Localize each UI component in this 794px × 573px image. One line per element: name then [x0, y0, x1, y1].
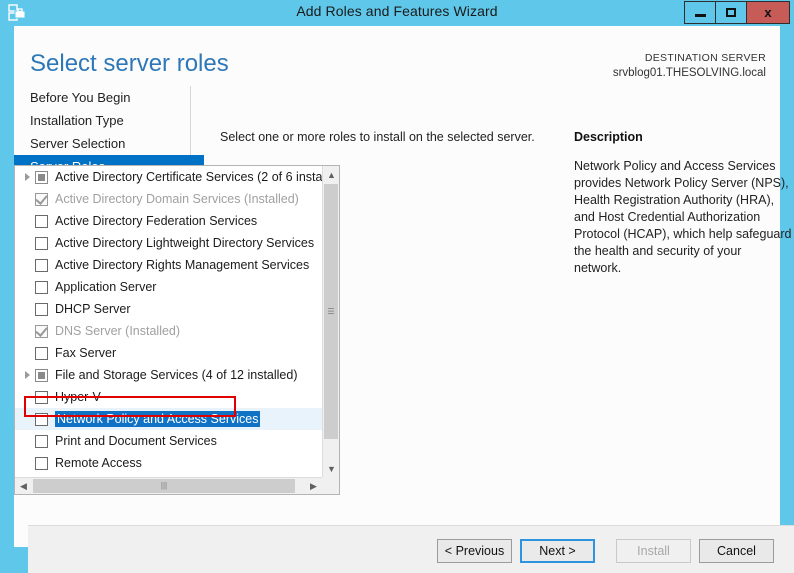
role-label: Active Directory Federation Services — [55, 214, 258, 228]
role-row[interactable]: Fax Server — [15, 342, 322, 364]
role-checkbox[interactable] — [35, 214, 48, 228]
role-row[interactable]: DNS Server (Installed) — [15, 320, 322, 342]
role-row[interactable]: Active Directory Certificate Services (2… — [15, 166, 322, 188]
role-row[interactable]: Hyper-V — [15, 386, 322, 408]
scroll-up-icon[interactable]: ▲ — [323, 166, 340, 183]
description-body: Network Policy and Access Services provi… — [574, 159, 792, 275]
scroll-grip-icon: ||| — [160, 481, 168, 490]
scroll-left-icon[interactable]: ◀ — [15, 478, 32, 495]
role-label: Remote Access — [55, 456, 142, 470]
destination-server-name: srvblog01.THESOLVING.local — [612, 67, 766, 79]
minimize-button[interactable] — [684, 1, 716, 24]
role-checkbox[interactable] — [35, 302, 48, 316]
title-bar[interactable]: Add Roles and Features Wizard x — [0, 0, 794, 26]
description-panel: Description Network Policy and Access Se… — [574, 130, 792, 277]
sidebar-item-server-selection[interactable]: Server Selection — [14, 132, 204, 155]
vertical-scroll-thumb[interactable]: ☰ — [324, 184, 338, 439]
wizard-window: Add Roles and Features Wizard x Select s… — [0, 0, 794, 573]
instruction-text: Select one or more roles to install on t… — [220, 130, 535, 144]
previous-button[interactable]: < Previous — [437, 539, 512, 563]
main-column: Select one or more roles to install on t… — [220, 130, 560, 178]
role-row[interactable]: Network Policy and Access Services — [15, 408, 322, 430]
cancel-button[interactable]: Cancel — [699, 539, 774, 563]
vertical-scrollbar[interactable]: ▲ ☰ ▼ — [322, 166, 339, 477]
caption-buttons: x — [684, 1, 790, 24]
sidebar-item-installation-type[interactable]: Installation Type — [14, 109, 204, 132]
role-label: Application Server — [55, 280, 157, 294]
role-checkbox[interactable] — [35, 170, 48, 184]
sidebar-item-label: Before You Begin — [30, 90, 131, 105]
role-label: DNS Server (Installed) — [55, 324, 181, 338]
role-checkbox[interactable] — [35, 434, 48, 448]
role-checkbox[interactable] — [35, 368, 48, 382]
role-label: Hyper-V — [55, 390, 101, 404]
role-label: DHCP Server — [55, 302, 131, 316]
role-label: Active Directory Rights Management Servi… — [55, 258, 310, 272]
role-label: Active Directory Certificate Services (2… — [55, 170, 322, 184]
expand-arrow-icon[interactable] — [19, 166, 35, 188]
role-checkbox[interactable] — [35, 412, 48, 426]
role-row[interactable]: Active Directory Lightweight Directory S… — [15, 232, 322, 254]
next-button[interactable]: Next > — [520, 539, 595, 563]
sidebar-item-label: Installation Type — [30, 113, 124, 128]
roles-listbox[interactable]: Active Directory Certificate Services (2… — [14, 165, 340, 495]
scroll-right-icon[interactable]: ▶ — [305, 478, 322, 495]
scroll-grip-icon: ☰ — [327, 306, 335, 316]
install-button: Install — [616, 539, 691, 563]
page-title: Select server roles — [30, 50, 229, 77]
role-checkbox[interactable] — [35, 236, 48, 250]
role-row[interactable]: Active Directory Rights Management Servi… — [15, 254, 322, 276]
description-title: Description — [574, 130, 643, 144]
role-label: File and Storage Services (4 of 12 insta… — [55, 368, 298, 382]
scroll-down-icon[interactable]: ▼ — [323, 460, 340, 477]
role-row[interactable]: Application Server — [15, 276, 322, 298]
roles-list[interactable]: Active Directory Certificate Services (2… — [15, 166, 322, 477]
role-row[interactable]: File and Storage Services (4 of 12 insta… — [15, 364, 322, 386]
window-title: Add Roles and Features Wizard — [296, 3, 498, 19]
role-checkbox[interactable] — [35, 346, 48, 360]
sidebar-item-before-you-begin[interactable]: Before You Begin — [14, 86, 204, 109]
role-row[interactable]: Remote Access — [15, 452, 322, 474]
role-row[interactable]: Print and Document Services — [15, 430, 322, 452]
footer-bar: < Previous Next > Install Cancel — [28, 526, 794, 573]
maximize-button[interactable] — [715, 1, 747, 24]
horizontal-scrollbar[interactable]: ◀ ||| ▶ — [15, 477, 322, 494]
sidebar-item-label: Server Selection — [30, 136, 126, 151]
role-label: Active Directory Domain Services (Instal… — [55, 192, 299, 206]
role-label: Fax Server — [55, 346, 117, 360]
role-label: Print and Document Services — [55, 434, 217, 448]
role-checkbox — [35, 323, 48, 338]
role-checkbox[interactable] — [35, 258, 48, 272]
close-button[interactable]: x — [746, 1, 790, 24]
role-checkbox — [35, 191, 48, 206]
role-row[interactable]: Active Directory Federation Services — [15, 210, 322, 232]
role-label: Active Directory Lightweight Directory S… — [55, 236, 315, 250]
role-row[interactable]: Active Directory Domain Services (Instal… — [15, 188, 322, 210]
role-checkbox[interactable] — [35, 390, 48, 404]
role-checkbox[interactable] — [35, 280, 48, 294]
expand-arrow-icon[interactable] — [19, 364, 35, 386]
scrollbar-corner — [322, 477, 339, 494]
role-checkbox[interactable] — [35, 456, 48, 470]
role-label: Network Policy and Access Services — [55, 411, 261, 427]
role-row[interactable]: DHCP Server — [15, 298, 322, 320]
destination-server-label: DESTINATION SERVER — [644, 52, 766, 64]
horizontal-scroll-thumb[interactable]: ||| — [33, 479, 295, 493]
